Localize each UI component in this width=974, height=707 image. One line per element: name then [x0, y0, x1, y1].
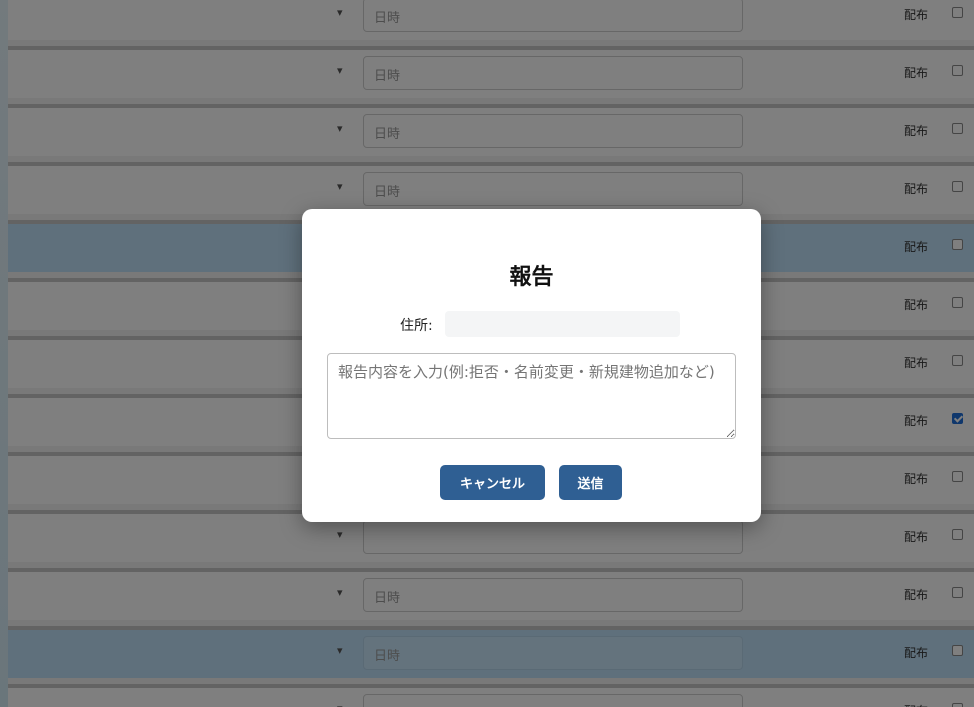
dialog-title: 報告 — [509, 265, 554, 290]
send-button[interactable]: 送信 — [559, 465, 622, 500]
report-textarea[interactable] — [327, 353, 736, 439]
address-value — [445, 311, 680, 337]
cancel-button[interactable]: キャンセル — [440, 465, 545, 500]
report-dialog: 報告 住所: キャンセル 送信 — [302, 209, 761, 522]
address-label: 住所: — [400, 318, 433, 334]
